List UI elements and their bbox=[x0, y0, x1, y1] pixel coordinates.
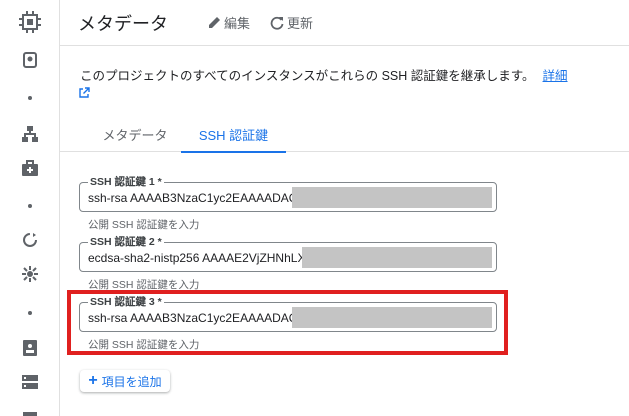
edit-label: 編集 bbox=[224, 16, 251, 31]
badge-icon bbox=[23, 340, 37, 356]
refresh-button[interactable]: 更新 bbox=[270, 13, 313, 32]
ssh-key-1-field[interactable]: SSH 認証鍵 1 * ssh-rsa AAAAB3NzaC1yc2EAAAAD… bbox=[79, 175, 497, 212]
briefcase-icon bbox=[22, 160, 38, 176]
disk-icon bbox=[23, 52, 37, 68]
dot-icon bbox=[28, 311, 32, 315]
rail-separator-dot bbox=[0, 202, 60, 210]
edit-button[interactable]: 編集 bbox=[208, 13, 250, 32]
tab-ssh-keys[interactable]: SSH 認証鍵 bbox=[181, 116, 286, 153]
ssh-key-2-field[interactable]: SSH 認証鍵 2 * ecdsa-sha2-nistp256 AAAAE2Vj… bbox=[79, 235, 497, 272]
ssh-key-1-value: ssh-rsa AAAAB3NzaC1yc2EAAAADAQA bbox=[88, 191, 307, 205]
ssh-key-1-hint: 公開 SSH 認証鍵を入力 bbox=[88, 219, 200, 231]
refresh-label: 更新 bbox=[287, 16, 314, 31]
external-link-icon[interactable] bbox=[78, 87, 90, 99]
ssh-key-1-label: SSH 認証鍵 1 * bbox=[88, 175, 164, 189]
rail-item-more[interactable] bbox=[0, 406, 60, 416]
compute-engine-logo[interactable] bbox=[0, 0, 60, 44]
rail-item-storage[interactable] bbox=[0, 372, 60, 392]
gear-icon bbox=[22, 266, 38, 282]
rail-item-snapshots[interactable] bbox=[0, 230, 60, 250]
tab-bar: メタデータ SSH 認証鍵 bbox=[60, 116, 629, 153]
network-icon bbox=[22, 126, 38, 142]
learn-more-link[interactable]: 詳細 bbox=[543, 69, 568, 83]
description-text: このプロジェクトのすべてのインスタンスがこれらの SSH 認証鍵を継承します。 bbox=[80, 69, 535, 83]
rail-separator-dot bbox=[0, 94, 60, 102]
rail-item-images[interactable] bbox=[0, 338, 60, 358]
add-item-label: 項目を追加 bbox=[101, 374, 162, 389]
storage-icon bbox=[22, 375, 38, 389]
rail-item-settings[interactable] bbox=[0, 264, 60, 284]
refresh-icon bbox=[270, 16, 284, 30]
redaction-mask bbox=[302, 247, 492, 268]
left-rail bbox=[0, 0, 60, 416]
redaction-mask bbox=[292, 187, 492, 208]
tab-metadata[interactable]: メタデータ bbox=[98, 116, 172, 152]
highlight-box bbox=[67, 290, 508, 355]
plus-icon: + bbox=[88, 372, 98, 389]
rail-item-network[interactable] bbox=[0, 124, 60, 144]
rail-item-health[interactable] bbox=[0, 158, 60, 178]
rail-item-disks[interactable] bbox=[0, 50, 60, 70]
pencil-icon bbox=[209, 17, 220, 28]
rail-separator-dot bbox=[0, 309, 60, 317]
dot-icon bbox=[28, 204, 32, 208]
compute-chip-icon bbox=[19, 11, 41, 33]
page-description: このプロジェクトのすべてのインスタンスがこれらの SSH 認証鍵を継承します。詳… bbox=[80, 67, 620, 85]
add-item-button[interactable]: + 項目を追加 bbox=[80, 370, 170, 392]
refresh-ring-icon bbox=[23, 233, 37, 247]
ssh-key-2-label: SSH 認証鍵 2 * bbox=[88, 235, 164, 249]
more-icon bbox=[23, 412, 37, 416]
ssh-key-2-value: ecdsa-sha2-nistp256 AAAAE2VjZHNhLX bbox=[88, 251, 306, 265]
page-header: メタデータ 編集 更新 bbox=[60, 0, 629, 46]
page-title: メタデータ bbox=[78, 13, 168, 34]
dot-icon bbox=[28, 96, 32, 100]
